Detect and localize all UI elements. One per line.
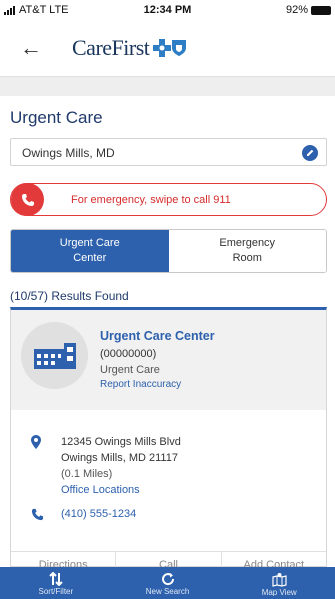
sort-icon: [49, 572, 63, 586]
provider-name[interactable]: Urgent Care Center: [100, 329, 215, 343]
map-view-button[interactable]: Map View: [223, 567, 335, 599]
status-bar: AT&T LTE 12:34 PM 92%: [0, 0, 335, 20]
blue-cross-icon: [153, 39, 172, 57]
phone-icon: [31, 508, 44, 526]
tab-label: Emergency Room: [219, 236, 275, 266]
tab-emergency-room[interactable]: Emergency Room: [168, 230, 326, 272]
edit-icon[interactable]: [302, 145, 318, 161]
emergency-swipe-bar[interactable]: For emergency, swipe to call 911: [10, 183, 327, 216]
address-line1: 12345 Owings Mills Blvd: [61, 436, 181, 448]
back-arrow-icon[interactable]: ←: [20, 37, 42, 59]
page-title: Urgent Care: [10, 108, 103, 127]
header-divider: [0, 76, 335, 96]
tab-label-line2: Room: [232, 252, 262, 264]
battery: 92%: [286, 4, 331, 16]
care-type-toggle: Urgent Care Center Emergency Room: [10, 229, 327, 273]
address-block: 12345 Owings Mills Blvd Owings Mills, MD…: [61, 434, 181, 498]
new-search-button[interactable]: New Search: [112, 567, 224, 599]
location-value: Owings Mills, MD: [22, 146, 115, 160]
provider-id: (00000000): [100, 348, 157, 360]
app-header: ← CareFirst: [0, 20, 335, 76]
refresh-icon: [161, 573, 174, 586]
emergency-text: For emergency, swipe to call 911: [71, 194, 231, 206]
tab-label-line2: Center: [73, 252, 107, 264]
phone-number-link[interactable]: (410) 555-1234: [61, 508, 136, 520]
tab-label: Urgent Care Center: [60, 236, 120, 266]
card-header: Urgent Care Center (00000000) Urgent Car…: [11, 310, 326, 410]
bottom-action-bar: Sort/Filter New Search Map View: [0, 567, 335, 599]
battery-icon: [311, 5, 331, 15]
location-field[interactable]: Owings Mills, MD: [10, 138, 327, 166]
map-view-label: Map View: [261, 588, 297, 596]
tab-label-line1: Emergency: [219, 237, 276, 249]
blue-shield-icon: [172, 40, 187, 56]
results-count: (10/57) Results Found: [10, 289, 129, 303]
battery-percent: 92%: [285, 4, 308, 16]
office-locations-link[interactable]: Office Locations: [61, 482, 181, 498]
distance: (0.1 Miles): [61, 468, 113, 480]
clock: 12:34 PM: [143, 4, 192, 16]
address-line2: Owings Mills, MD 21117: [61, 452, 178, 464]
tab-label-line1: Urgent Care: [59, 237, 120, 249]
report-inaccuracy-link[interactable]: Report Inaccuracy: [100, 379, 181, 390]
phone-icon[interactable]: [11, 183, 44, 216]
provider-card[interactable]: Urgent Care Center (00000000) Urgent Car…: [10, 307, 327, 571]
new-search-label: New Search: [145, 587, 190, 595]
logo-text: CareFirst: [72, 35, 150, 60]
map-icon: [272, 573, 287, 587]
building-icon: [21, 322, 88, 389]
location-pin-icon: [31, 435, 41, 454]
sort-filter-label: Sort/Filter: [38, 587, 74, 595]
bcbs-marks: [153, 39, 187, 57]
carefirst-logo: CareFirst: [72, 35, 187, 60]
provider-type: Urgent Care: [100, 364, 160, 376]
tab-urgent-care-center[interactable]: Urgent Care Center: [11, 230, 169, 272]
sort-filter-button[interactable]: Sort/Filter: [0, 567, 112, 599]
